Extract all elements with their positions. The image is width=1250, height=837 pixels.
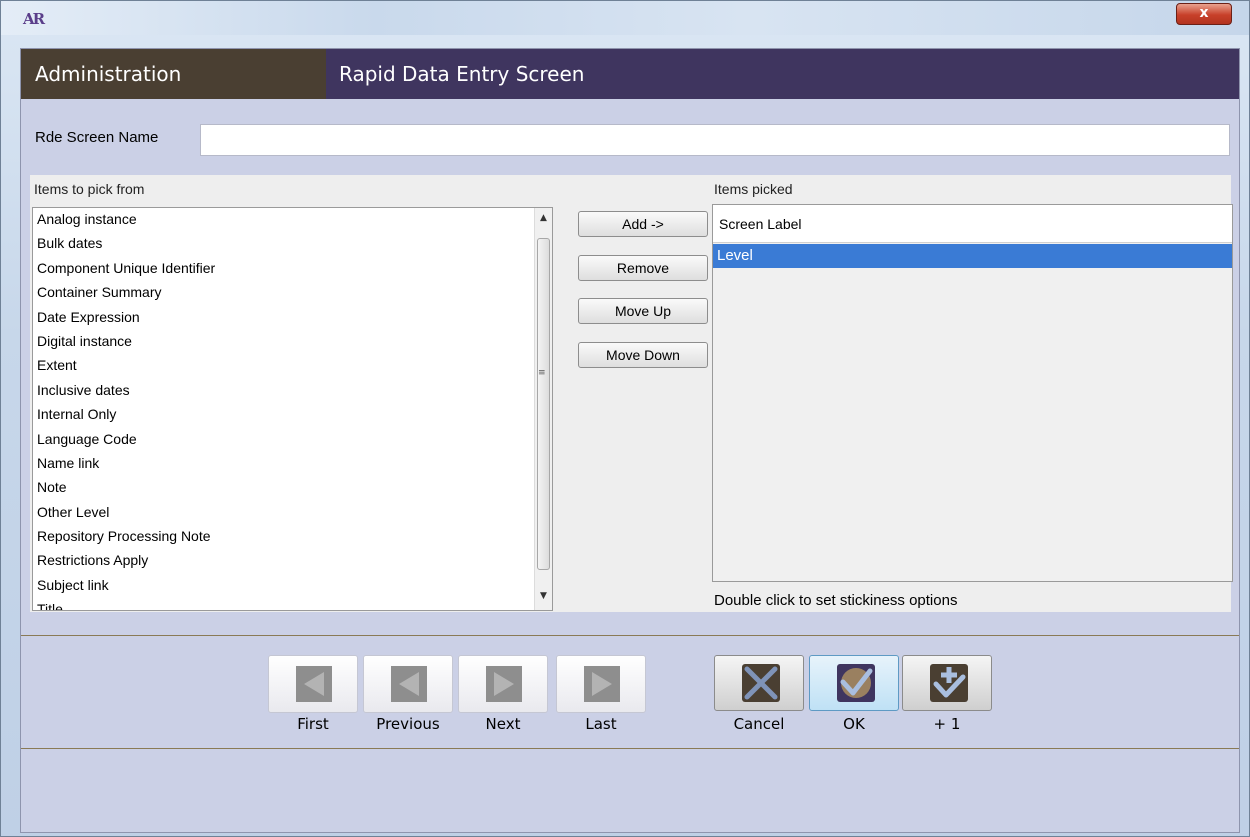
last-button[interactable] (556, 655, 646, 713)
scroll-down-icon[interactable]: ▼ (535, 588, 552, 605)
close-button[interactable]: x (1176, 3, 1232, 25)
next-label: Next (485, 715, 521, 733)
picker-area: Items to pick from Analog instance Bulk d… (30, 175, 1233, 612)
list-item[interactable]: Repository Processing Note (33, 524, 533, 548)
ok-label: OK (843, 715, 865, 733)
screen-label-column-header[interactable]: Screen Label (713, 205, 1232, 243)
first-label: First (297, 715, 329, 733)
separator-top (21, 635, 1239, 636)
header-title: Rapid Data Entry Screen (339, 62, 585, 86)
previous-label: Previous (376, 715, 440, 733)
cancel-label: Cancel (733, 715, 785, 733)
previous-button[interactable] (363, 655, 453, 713)
list-item[interactable]: Subject link (33, 573, 533, 597)
stickiness-hint: Double click to set stickiness options (714, 592, 958, 609)
next-button[interactable] (458, 655, 548, 713)
last-arrow-icon (584, 666, 620, 702)
first-button[interactable] (268, 655, 358, 713)
list-item[interactable]: Other Level (33, 500, 533, 524)
list-item[interactable]: Component Unique Identifier (33, 256, 533, 280)
scroll-up-icon[interactable]: ▲ (535, 210, 552, 227)
plus-one-button[interactable] (902, 655, 992, 711)
list-item[interactable]: Bulk dates (33, 231, 533, 255)
remove-button[interactable]: Remove (578, 255, 708, 281)
move-down-button[interactable]: Move Down (578, 342, 708, 368)
screen-header: Administration Rapid Data Entry Screen (21, 49, 1239, 99)
last-label: Last (585, 715, 617, 733)
list-item[interactable]: Internal Only (33, 402, 533, 426)
list-item[interactable]: Extent (33, 353, 533, 377)
ok-check-icon (837, 664, 875, 702)
list-item[interactable]: Language Code (33, 427, 533, 451)
list-item[interactable]: Name link (33, 451, 533, 475)
available-items-list[interactable]: Analog instance Bulk dates Component Uniqu… (32, 207, 553, 611)
list-item[interactable]: Container Summary (33, 280, 533, 304)
list-item[interactable]: Note (33, 475, 533, 499)
add-one-icon (930, 664, 968, 702)
list-item[interactable]: Inclusive dates (33, 378, 533, 402)
rde-screen-name-label: Rde Screen Name (35, 129, 159, 146)
client-area: Administration Rapid Data Entry Screen R… (20, 48, 1240, 833)
move-up-button[interactable]: Move Up (578, 298, 708, 324)
list-item[interactable]: Digital instance (33, 329, 533, 353)
picked-items-table[interactable]: Screen Label Level (712, 204, 1233, 582)
cancel-button[interactable] (714, 655, 804, 711)
app-logo: AR (23, 10, 45, 28)
separator-bottom (21, 748, 1239, 749)
add-button[interactable]: Add -> (578, 211, 708, 237)
cancel-x-icon (742, 664, 780, 702)
scroll-thumb[interactable] (537, 238, 550, 570)
previous-arrow-icon (391, 666, 427, 702)
next-arrow-icon (486, 666, 522, 702)
available-list-scrollbar[interactable]: ▲ ≡ ▼ (534, 208, 552, 610)
header-section: Administration (21, 49, 326, 99)
list-item[interactable]: Analog instance (33, 208, 533, 231)
scroll-grip-icon: ≡ (538, 368, 546, 378)
first-arrow-icon (296, 666, 332, 702)
list-item[interactable]: Title (33, 597, 533, 610)
list-item[interactable]: Restrictions Apply (33, 548, 533, 572)
plus-one-label: + 1 (933, 715, 961, 733)
items-to-pick-label: Items to pick from (34, 181, 145, 197)
dialog-window: AR x Administration Rapid Data Entry Scr… (0, 0, 1250, 837)
items-picked-label: Items picked (714, 181, 793, 197)
picked-item-row[interactable]: Level (713, 244, 1232, 268)
list-item[interactable]: Date Expression (33, 305, 533, 329)
title-bar[interactable]: AR x (1, 1, 1249, 35)
ok-button[interactable] (809, 655, 899, 711)
rde-screen-name-input[interactable] (200, 124, 1230, 156)
